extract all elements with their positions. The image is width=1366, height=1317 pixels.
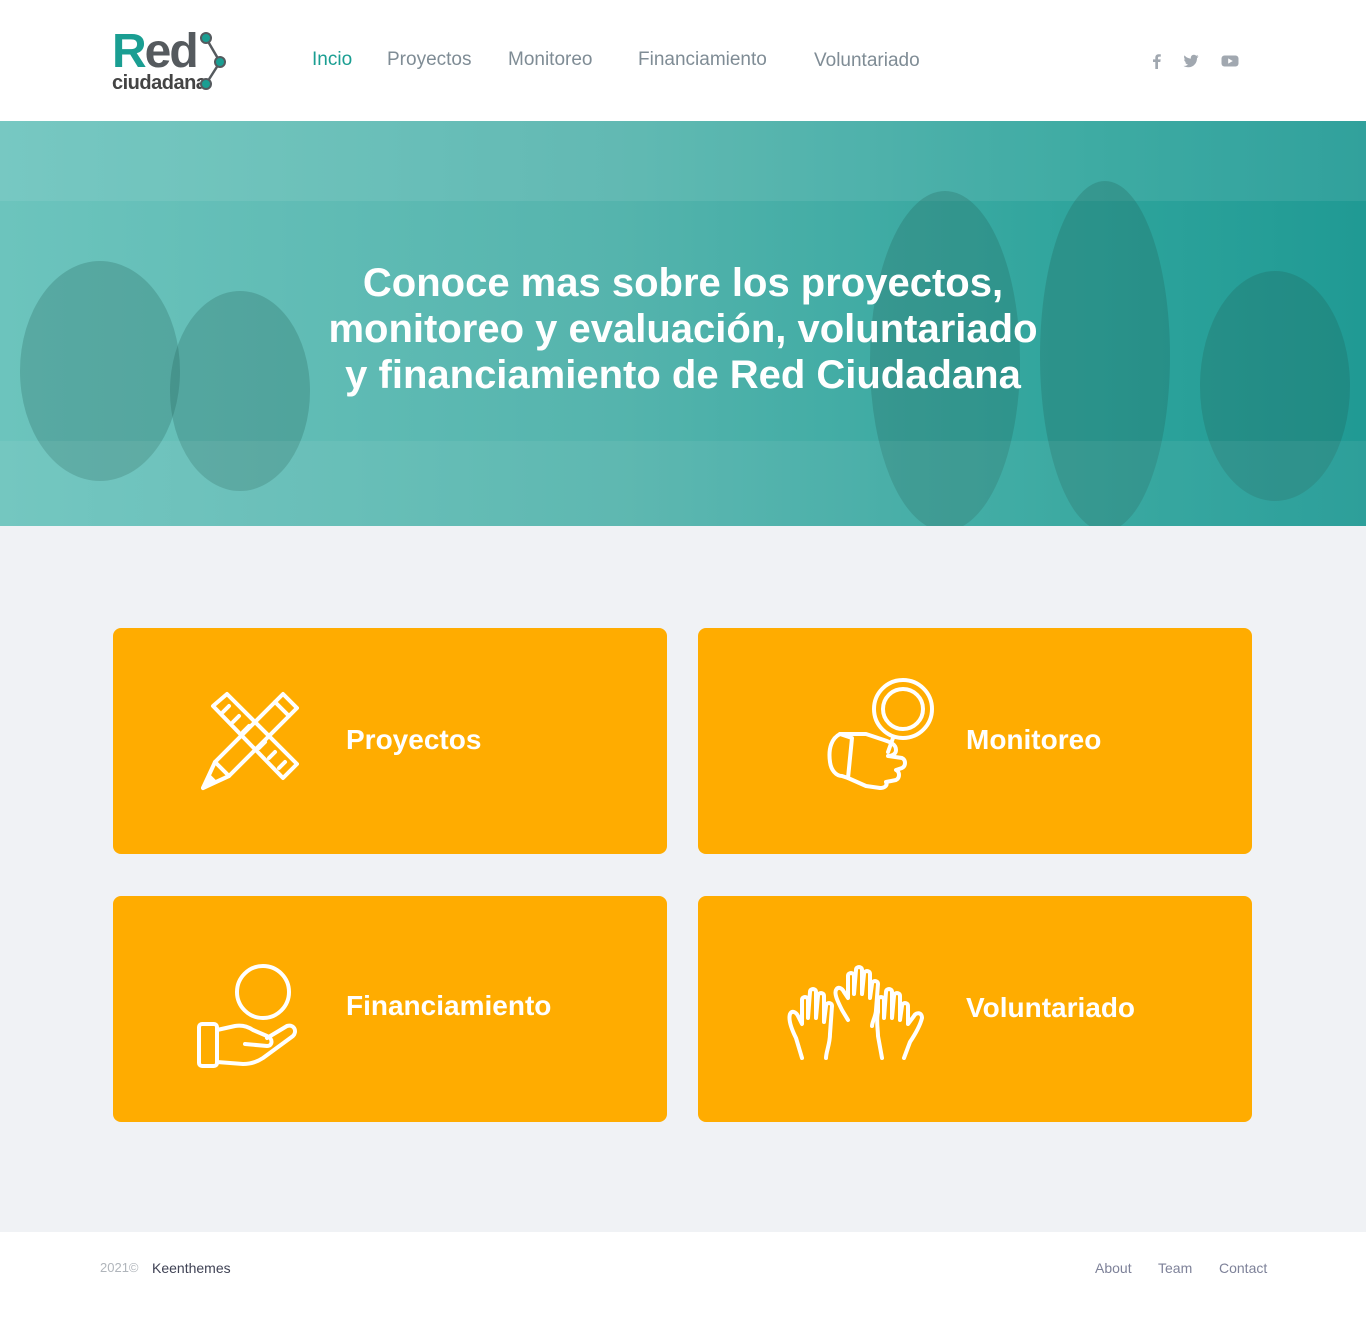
card-proyectos-label: Proyectos [346, 724, 482, 755]
nav-monitoreo[interactable]: Monitoreo [508, 48, 593, 72]
footer-link-about[interactable]: About [1095, 1259, 1132, 1277]
footer-copyright: 2021© [100, 1260, 139, 1275]
nav-incio[interactable]: Incio [312, 48, 352, 72]
card-monitoreo-label: Monitoreo [966, 724, 1102, 755]
pencil-ruler-icon [201, 692, 299, 790]
card-financiamiento-label: Financiamiento [346, 990, 552, 1021]
hero-title-line-2: monitoreo y evaluación, voluntariado [328, 307, 1038, 351]
logo-word: Red [112, 25, 199, 78]
top-header: Red ciudadana Incio Proyectos Monitoreo … [0, 0, 1366, 121]
footer-link-team[interactable]: Team [1158, 1259, 1192, 1277]
logo-subtitle: ciudadana [112, 72, 207, 94]
raised-hands-icon [787, 965, 924, 1060]
nav-proyectos[interactable]: Proyectos [387, 48, 471, 72]
hero-title-line-3: y financiamiento de Red Ciudadana [345, 353, 1021, 397]
hero-title-line-1: Conoce mas sobre los proyectos, [362, 261, 1004, 305]
card-monitoreo[interactable]: Monitoreo [698, 628, 1252, 854]
card-proyectos[interactable]: Proyectos [113, 628, 667, 854]
nav-voluntariado[interactable]: Voluntariado [814, 49, 920, 73]
hero-floor [0, 441, 1366, 526]
red-ciudadana-logo[interactable]: Red ciudadana [112, 28, 232, 98]
card-financiamiento[interactable]: Financiamiento [113, 896, 667, 1122]
footer-company-link[interactable]: Keenthemes [152, 1259, 231, 1277]
magnifier-hand-icon [827, 678, 934, 790]
logo-network-icon [200, 32, 226, 90]
card-voluntariado-label: Voluntariado [966, 992, 1136, 1023]
hero-title: Conoce mas sobre los proyectos, monitore… [283, 260, 1083, 398]
twitter-icon[interactable] [1182, 52, 1200, 70]
footer-link-contact[interactable]: Contact [1219, 1259, 1267, 1277]
nav-financiamiento[interactable]: Financiamiento [638, 48, 767, 72]
hero-banner: Conoce mas sobre los proyectos, monitore… [0, 121, 1366, 526]
facebook-icon[interactable] [1148, 52, 1166, 70]
card-voluntariado[interactable]: Voluntariado [698, 896, 1252, 1122]
youtube-icon[interactable] [1221, 52, 1239, 70]
coin-hand-icon [197, 964, 297, 1068]
hero-ceiling [0, 121, 1366, 201]
